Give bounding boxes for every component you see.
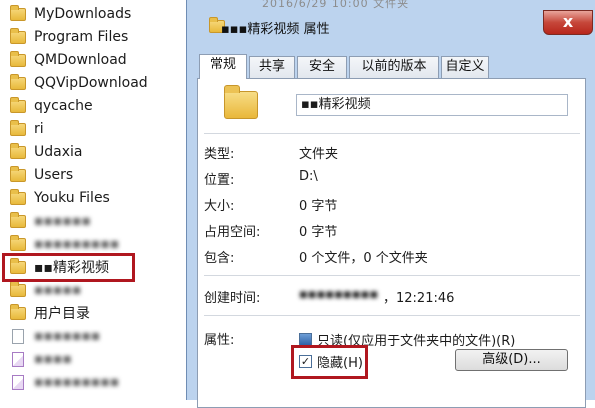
folder-icon [10,188,26,205]
separator [204,275,580,276]
item-label: MyDownloads [34,6,132,22]
folder-icon [10,165,26,182]
highlight-frame-selected-folder [2,253,135,282]
tab-general[interactable]: 常规 [199,54,247,79]
location-value: D:\ [299,169,318,184]
tab-sharing[interactable]: 共享 [249,56,295,78]
location-label: 位置: [204,173,235,188]
size-label: 大小: [204,199,235,214]
list-item[interactable]: ri [0,118,195,140]
list-item[interactable]: Program Files [0,26,195,48]
list-item[interactable]: Udaxia [0,141,195,163]
folder-icon [10,96,26,113]
general-tab-panel: ▪▪精彩视频 类型: 文件夹 位置: D:\ 大小: 0 字节 占用空间: 0 … [197,78,586,408]
contains-value: 0 个文件，0 个文件夹 [299,251,428,266]
folder-icon [10,119,26,136]
separator [204,315,580,316]
folder-icon [10,73,26,90]
disk-size-value: 0 字节 [299,225,338,240]
tab-previous-versions[interactable]: 以前的版本 [349,56,439,78]
folder-icon [10,303,26,320]
file-icon [12,328,24,344]
item-label: qycache [34,98,93,114]
item-label: ▪▪▪▪ [34,351,72,367]
list-item[interactable]: 用户目录 [0,302,195,324]
highlight-frame-hidden [291,345,368,379]
list-item[interactable]: qycache [0,95,195,117]
list-item[interactable]: ▪▪▪▪▪▪▪ [0,325,195,347]
separator [204,133,580,134]
item-label: QQVipDownload [34,75,148,91]
folder-icon [10,4,26,21]
item-label: Program Files [34,29,129,45]
folder-icon [10,234,26,251]
folder-icon [10,142,26,159]
item-label: QMDownload [34,52,127,68]
list-item[interactable]: QMDownload [0,49,195,71]
folder-icon [10,50,26,67]
list-item[interactable]: ▪▪▪▪▪▪ [0,210,195,232]
properties-dialog: ▪▪▪精彩视频 属性 x 常规 共享 安全 以前的版本 自定义 ▪▪精彩视频 类… [186,0,595,408]
list-item[interactable]: MyDownloads [0,3,195,25]
item-label: ri [34,121,44,137]
background-date-text: 2016/6/29 10:00 文件夹 [262,0,410,10]
type-label: 类型: [204,147,235,162]
item-label: Users [34,167,74,183]
list-item[interactable]: ▪▪▪▪▪▪▪▪▪ [0,233,195,255]
folder-icon [10,211,26,228]
item-label: ▪▪▪▪▪▪▪ [34,328,101,344]
folder-icon [10,27,26,44]
disk-size-label: 占用空间: [204,225,261,240]
list-item[interactable]: QQVipDownload [0,72,195,94]
item-label: ▪▪▪▪▪▪▪▪▪ [34,236,120,252]
created-date-value: ▪▪▪▪▪▪▪▪▪ [299,287,379,302]
image-file-icon [12,351,24,367]
dialog-title: ▪▪▪精彩视频 属性 [221,22,330,37]
created-label: 创建时间: [204,291,261,306]
item-label: ▪▪▪▪▪▪ [34,213,91,229]
item-label: Youku Files [34,190,110,206]
explorer-file-list: MyDownloads Program Files QMDownload QQV… [0,0,200,400]
item-label: ▪▪▪▪▪▪▪▪▪ [34,374,120,390]
item-label: 用户目录 [34,306,90,322]
contains-label: 包含: [204,251,235,266]
image-file-icon [12,374,24,390]
folder-name-input[interactable]: ▪▪精彩视频 [296,94,568,116]
list-item[interactable]: ▪▪▪▪▪▪▪▪▪ [0,371,195,393]
folder-icon [10,280,26,297]
close-button[interactable]: x [543,10,593,35]
large-folder-icon [224,85,258,119]
type-value: 文件夹 [299,147,339,162]
list-item[interactable]: Youku Files [0,187,195,209]
created-time-value: ，12:21:46 [383,291,455,306]
attributes-label: 属性: [204,333,235,348]
tab-customize[interactable]: 自定义 [441,56,489,78]
advanced-button[interactable]: 高级(D)... [455,349,568,371]
item-label: ▪▪▪▪▪ [34,282,82,298]
list-item[interactable]: ▪▪▪▪▪ [0,279,195,301]
list-item[interactable]: Users [0,164,195,186]
size-value: 0 字节 [299,199,338,214]
list-item[interactable]: ▪▪▪▪ [0,348,195,370]
item-label: Udaxia [34,144,83,160]
tab-security[interactable]: 安全 [297,56,347,78]
